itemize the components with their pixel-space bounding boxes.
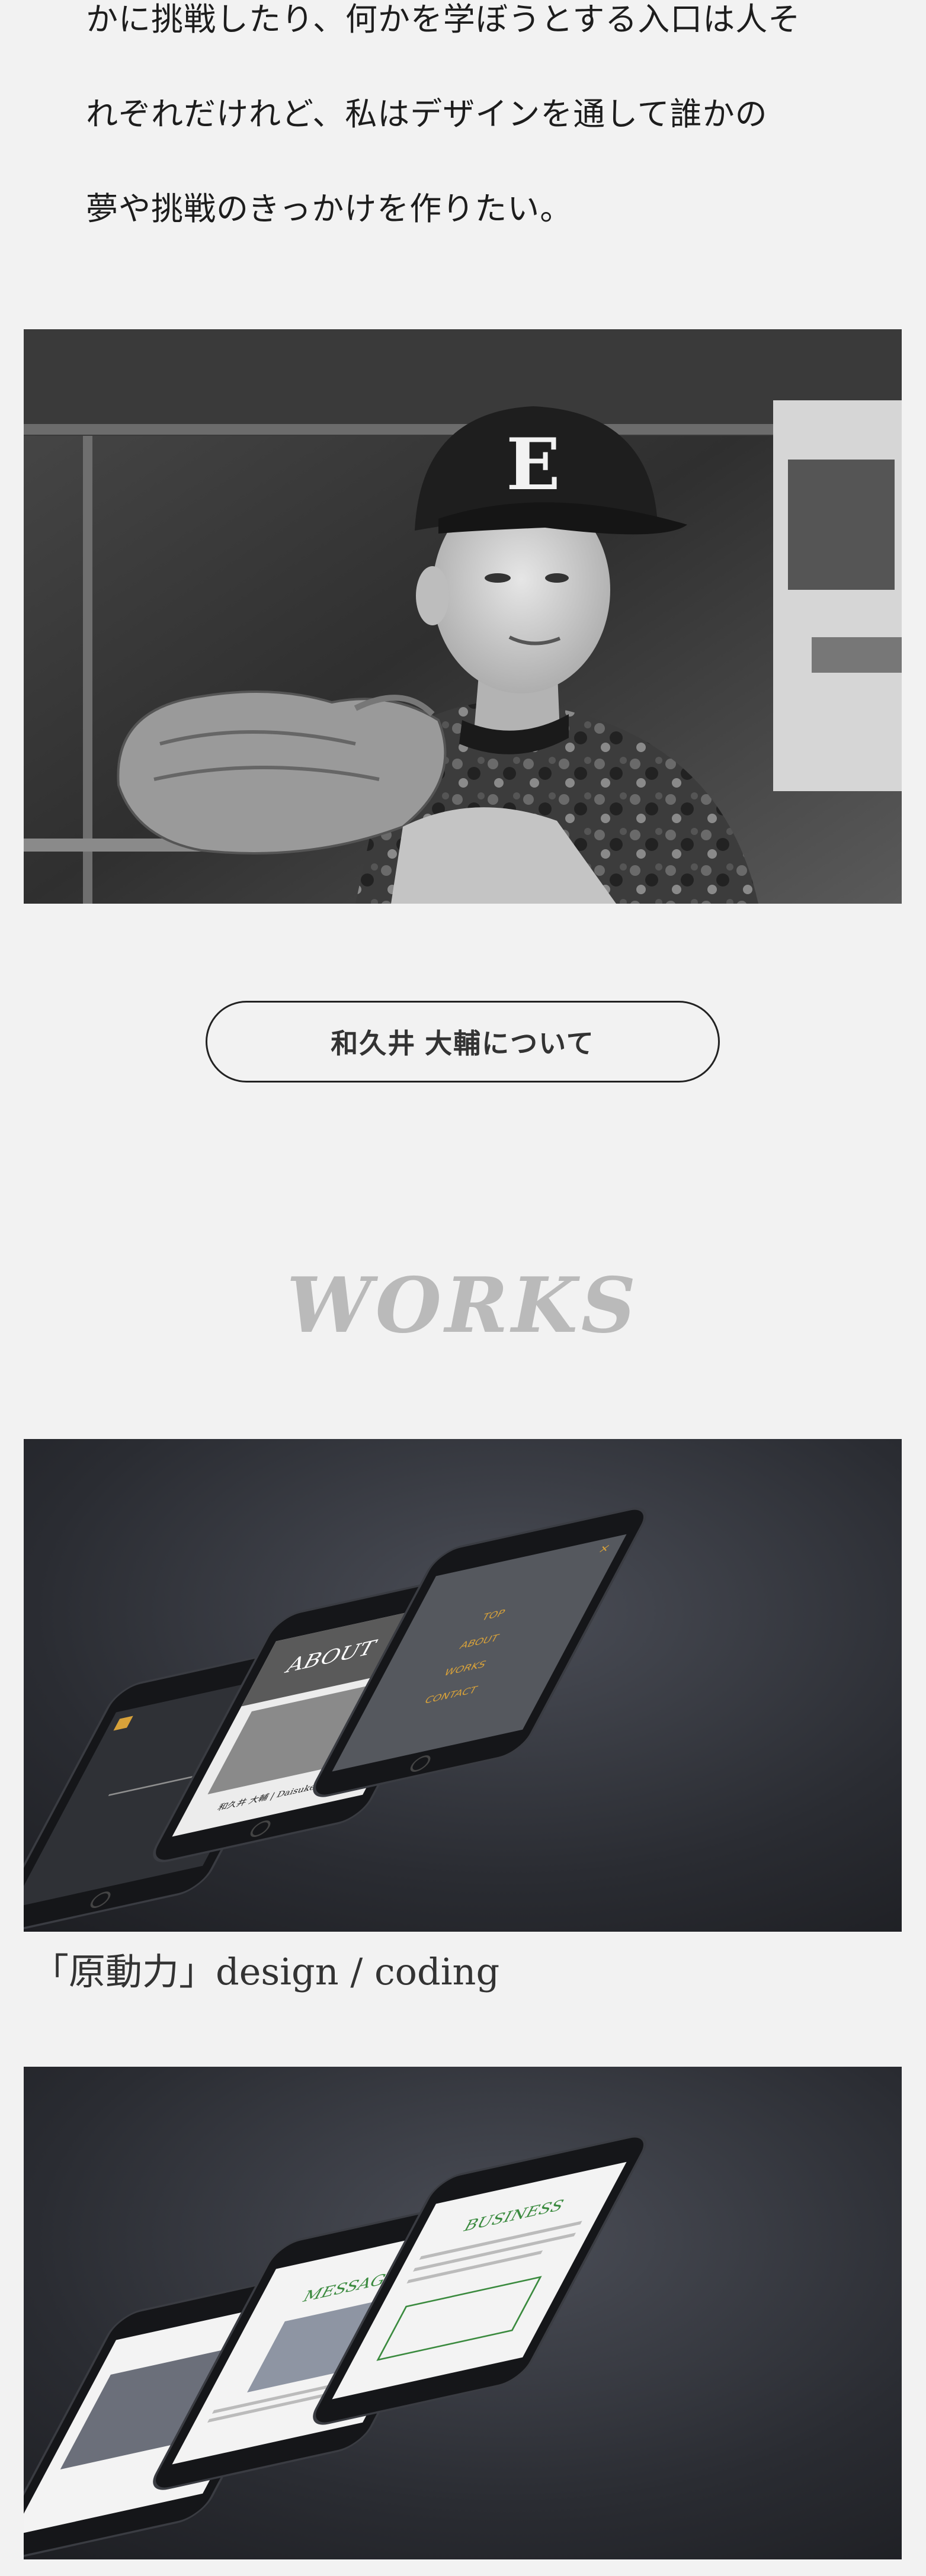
intro-text: かに挑戦したり、何かを学ぼうとする入口は人そ れぞれだけれど、私はデザインを通し…: [86, 0, 856, 256]
intro-line: 夢や挑戦のきっかけを作りたい。: [86, 190, 573, 227]
work-thumbnail[interactable]: ABOUT 和久井 大輔 | Daisuke Wakui × TOP ABOUT…: [24, 1439, 902, 1932]
work-thumbnail[interactable]: MESSAGE BUSINESS: [24, 2067, 902, 2559]
work-item[interactable]: MESSAGE BUSINESS: [24, 2067, 902, 2576]
phone-mockup-image: MESSAGE BUSINESS: [24, 2067, 902, 2559]
intro-line: れぞれだけれど、私はデザインを通して誰かの: [86, 95, 768, 133]
about-button[interactable]: 和久井 大輔について: [206, 1001, 720, 1083]
phone-mockup-image: ABOUT 和久井 大輔 | Daisuke Wakui × TOP ABOUT…: [24, 1439, 902, 1932]
intro-line: かに挑戦したり、何かを学ぼうとする入口は人そ: [86, 1, 801, 38]
work-item[interactable]: ABOUT 和久井 大輔 | Daisuke Wakui × TOP ABOUT…: [24, 1439, 902, 1996]
works-title: WORKS: [286, 1261, 640, 1350]
work-caption[interactable]: 「原動力」design / coding: [24, 1948, 902, 1996]
svg-text:E: E: [506, 423, 560, 506]
profile-photo: E: [24, 329, 902, 904]
pitcher-photo-illustration: E: [24, 329, 902, 904]
